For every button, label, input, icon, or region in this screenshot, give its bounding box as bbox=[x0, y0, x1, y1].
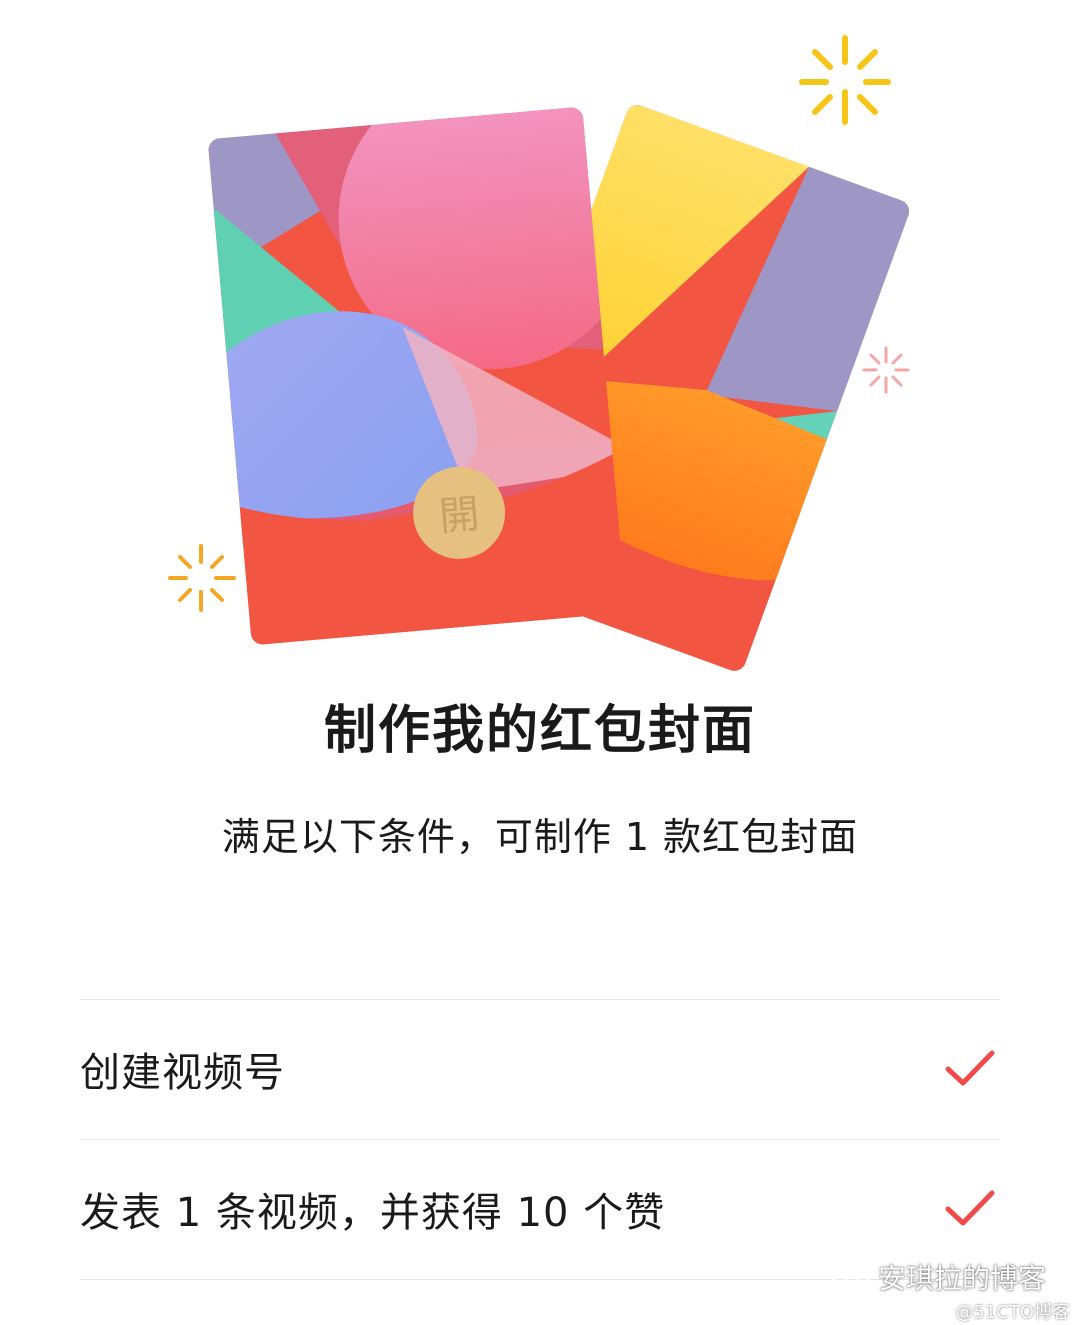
watermark-site: @51CTO博客 bbox=[955, 1302, 1070, 1323]
red-envelope-illustration: 開 開 bbox=[168, 35, 913, 675]
check-icon bbox=[945, 1190, 995, 1226]
page-title: 制作我的红包封面 bbox=[323, 701, 756, 761]
wechat-icon bbox=[830, 1261, 870, 1292]
requirement-label: 创建视频号 bbox=[80, 1050, 285, 1096]
requirement-row-create-channel: 创建视频号 bbox=[80, 1000, 1000, 1138]
watermark: 安琪拉的博客 bbox=[830, 1258, 1046, 1296]
page-subtitle: 满足以下条件，可制作 1 款红包封面 bbox=[221, 815, 859, 859]
sparkle-icon bbox=[799, 35, 891, 125]
sparkle-icon bbox=[168, 544, 236, 612]
red-envelope-front: 開 bbox=[207, 106, 627, 646]
requirement-label: 发表 1 条视频，并获得 10 个赞 bbox=[80, 1190, 666, 1236]
watermark-name: 安琪拉的博客 bbox=[877, 1262, 1046, 1295]
svg-text:開: 開 bbox=[437, 491, 481, 540]
sparkle-icon bbox=[862, 346, 910, 394]
check-icon bbox=[945, 1050, 995, 1086]
